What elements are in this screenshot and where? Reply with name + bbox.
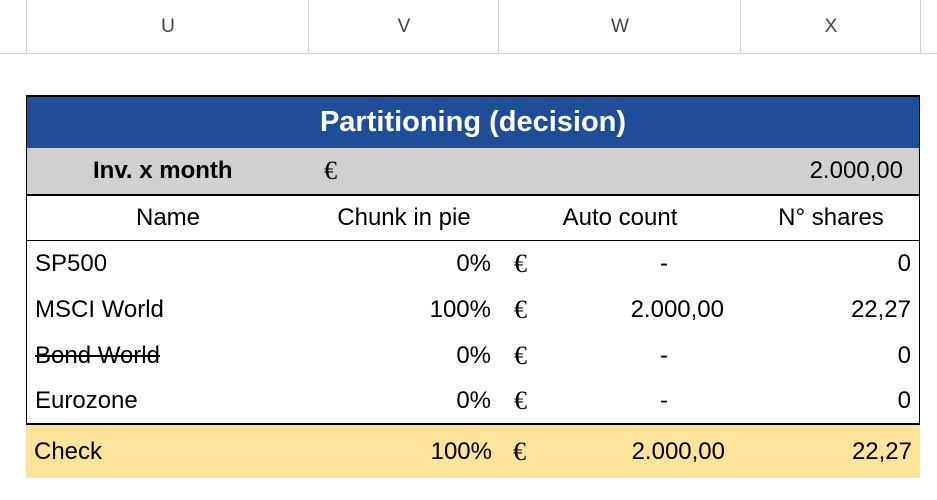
row-shares: 0 bbox=[897, 342, 911, 369]
column-header-label: U bbox=[161, 15, 175, 37]
row-chunk: 0% bbox=[456, 342, 491, 369]
column-header-label: V bbox=[397, 15, 411, 37]
inv-currency: € bbox=[324, 156, 337, 185]
table-row[interactable]: SP500 0% € - 0 bbox=[26, 241, 920, 287]
check-name: Check bbox=[34, 437, 103, 465]
row-name: SP500 bbox=[35, 250, 108, 277]
inv-value: 2.000,00 bbox=[809, 157, 903, 184]
row-name: MSCI World bbox=[35, 296, 164, 323]
column-header-label: X bbox=[824, 15, 838, 37]
partitioning-table: Partitioning (decision) Inv. x month € 2… bbox=[26, 95, 920, 478]
table-row[interactable]: Eurozone 0% € - 0 bbox=[26, 379, 920, 425]
row-auto: 2.000,00 bbox=[630, 296, 724, 323]
row-auto: - bbox=[660, 250, 668, 277]
table-row[interactable]: Bond World 0% € - 0 bbox=[26, 333, 920, 379]
check-row[interactable]: Check 100% € 2.000,00 22,27 bbox=[26, 425, 920, 478]
row-shares: 0 bbox=[897, 250, 911, 277]
column-header-v[interactable]: V bbox=[308, 0, 499, 53]
column-header-x[interactable]: X bbox=[740, 0, 921, 53]
check-chunk: 100% bbox=[430, 437, 492, 465]
row-auto: - bbox=[660, 342, 668, 369]
row-shares: 22,27 bbox=[850, 296, 911, 323]
row-shares: 0 bbox=[897, 387, 911, 414]
check-currency: € bbox=[513, 436, 526, 466]
header-row: Name Chunk in pie Auto count N° shares bbox=[26, 194, 920, 241]
table-title-text: Partitioning (decision) bbox=[319, 106, 627, 138]
row-chunk: 0% bbox=[456, 387, 491, 414]
header-name: Name bbox=[135, 204, 201, 231]
column-header-bar: U V W X bbox=[0, 0, 937, 54]
row-currency: € bbox=[514, 295, 527, 324]
row-auto: - bbox=[660, 387, 668, 414]
header-chunk: Chunk in pie bbox=[337, 204, 471, 231]
row-chunk: 0% bbox=[456, 250, 491, 277]
header-auto-count: Auto count bbox=[562, 204, 678, 231]
table-row[interactable]: MSCI World 100% € 2.000,00 22,27 bbox=[26, 287, 920, 333]
inv-label: Inv. x month bbox=[93, 157, 233, 184]
row-name: Bond World bbox=[35, 342, 160, 369]
header-shares: N° shares bbox=[778, 204, 884, 231]
row-name: Eurozone bbox=[35, 387, 138, 414]
investment-row[interactable]: Inv. x month € 2.000,00 bbox=[26, 148, 920, 194]
check-shares: 22,27 bbox=[851, 437, 912, 465]
check-auto: 2.000,00 bbox=[631, 437, 725, 465]
column-header-w[interactable]: W bbox=[498, 0, 741, 53]
table-title[interactable]: Partitioning (decision) bbox=[26, 95, 920, 148]
column-header-u[interactable]: U bbox=[26, 0, 309, 53]
column-header-next[interactable] bbox=[920, 0, 937, 53]
column-header-label: W bbox=[611, 15, 629, 37]
row-chunk: 100% bbox=[429, 296, 491, 323]
